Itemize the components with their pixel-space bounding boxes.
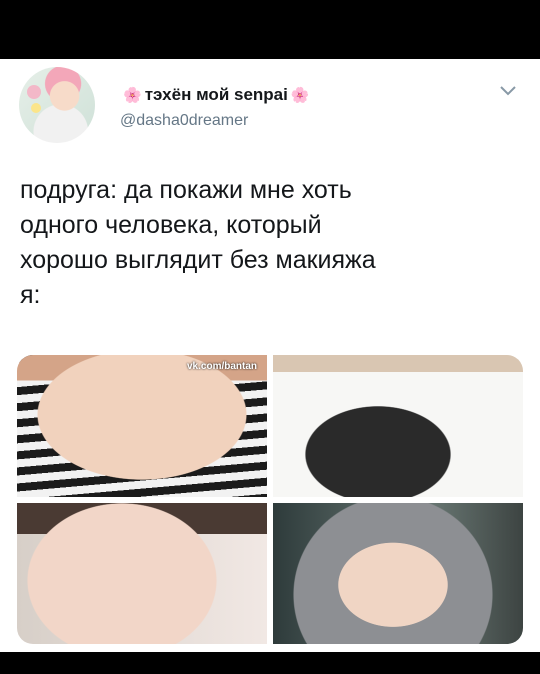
user-handle[interactable]: @dasha0dreamer: [120, 112, 248, 130]
tweet-text-line: одного человека, который: [20, 211, 322, 239]
media-grid: vk.com/bantan: [17, 355, 523, 644]
sakura-icon: 🌸: [123, 87, 142, 104]
chevron-down-icon[interactable]: [498, 83, 518, 97]
flower-decoration: [27, 85, 41, 99]
photo-3[interactable]: [17, 503, 267, 644]
tweet-text: подруга: да покажи мне хоть одного челов…: [20, 173, 525, 313]
tweet-card: 🌸 тэхён мой senpai 🌸 @dasha0dreamer подр…: [0, 59, 540, 652]
photo-1[interactable]: vk.com/bantan: [17, 355, 267, 497]
tweet-text-line: подруга: да покажи мне хоть: [20, 176, 352, 204]
photo-4[interactable]: [273, 503, 523, 644]
sakura-icon: 🌸: [290, 87, 310, 104]
tweet-text-line: хорошо выглядит без макияжа: [20, 246, 376, 274]
display-name[interactable]: тэхён мой senpai: [145, 85, 288, 105]
photo-2[interactable]: [273, 355, 523, 497]
tweet-text-line: я:: [20, 281, 41, 309]
flower-decoration: [31, 103, 41, 113]
display-name-row[interactable]: 🌸 тэхён мой senpai 🌸: [120, 84, 313, 106]
watermark: vk.com/bantan: [187, 361, 258, 372]
avatar[interactable]: [19, 67, 95, 143]
